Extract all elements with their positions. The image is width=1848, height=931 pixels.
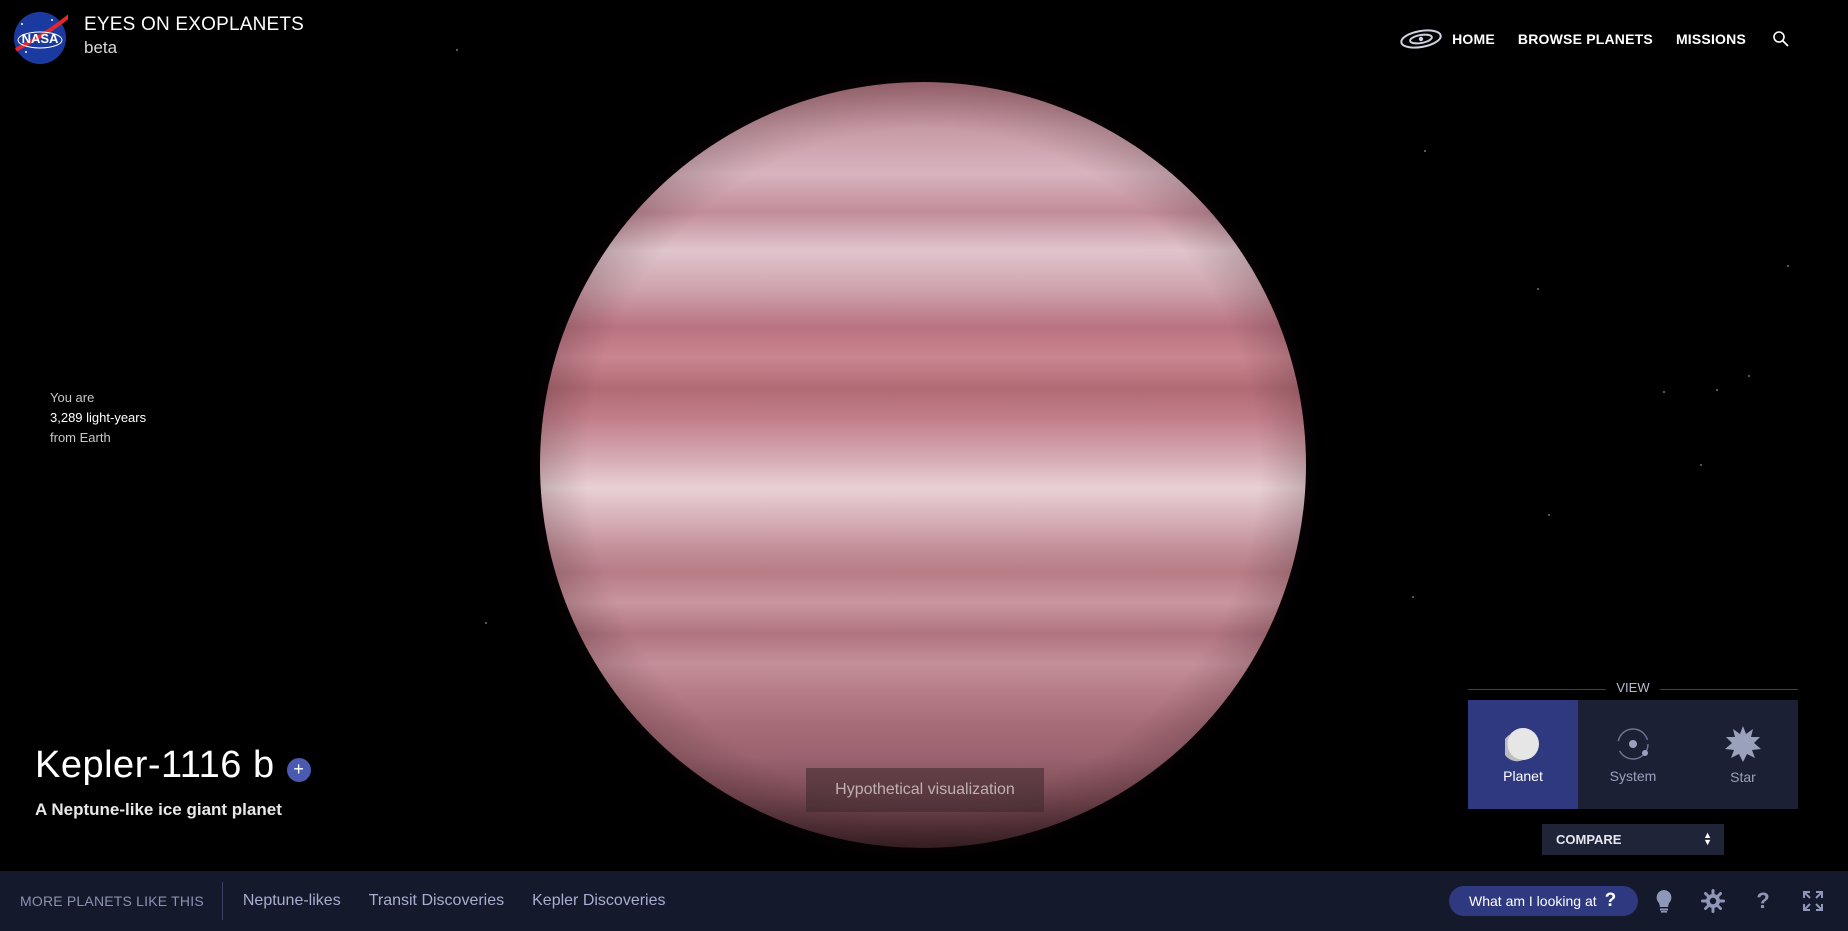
distance-prefix: You are (50, 390, 95, 405)
view-switcher: Planet System Star (1468, 700, 1798, 809)
view-star-button[interactable]: Star (1688, 700, 1798, 809)
planet-visualization[interactable] (540, 82, 1306, 848)
view-planet-label: Planet (1503, 767, 1543, 784)
star (1787, 265, 1789, 267)
nav-missions[interactable]: MISSIONS (1676, 31, 1746, 47)
search-icon[interactable] (1772, 30, 1790, 48)
star (1424, 150, 1426, 152)
link-kepler-discoveries[interactable]: Kepler Discoveries (532, 892, 665, 910)
star (1548, 514, 1550, 516)
system-icon (1617, 727, 1649, 760)
brand[interactable]: NASA EYES ON EXOPLANETS beta (12, 10, 304, 66)
view-planet-button[interactable]: Planet (1468, 700, 1578, 809)
star (1748, 375, 1750, 377)
add-button[interactable]: + (286, 757, 311, 782)
nav-home[interactable]: HOME (1452, 31, 1495, 47)
link-transit-discoveries[interactable]: Transit Discoveries (369, 892, 504, 910)
planet-icon (1505, 727, 1539, 761)
lightbulb-icon[interactable] (1651, 888, 1677, 914)
view-star-label: Star (1730, 768, 1756, 785)
fullscreen-icon[interactable] (1800, 888, 1826, 914)
view-header: VIEW (1468, 680, 1798, 696)
app-title: EYES ON EXOPLANETS (84, 14, 305, 35)
compare-label: COMPARE (1556, 832, 1622, 847)
visualization-caption: Hypothetical visualization (806, 768, 1044, 812)
view-system-button[interactable]: System (1578, 700, 1688, 809)
nav-browse-planets[interactable]: BROWSE PLANETS (1518, 31, 1653, 47)
question-icon: ? (1604, 890, 1617, 911)
app-subtitle: beta (84, 38, 118, 57)
star (1716, 389, 1718, 391)
planet-title-row: Kepler-1116 b + (35, 744, 311, 787)
star (485, 622, 487, 624)
star (1537, 288, 1539, 290)
planet-name: Kepler-1116 b (35, 744, 275, 786)
dropdown-arrows-icon: ▲ ▼ (1703, 830, 1712, 847)
help-button-label: What am I looking at (1469, 893, 1597, 909)
star (1700, 464, 1702, 466)
what-am-i-looking-at-button[interactable]: What am I looking at ? (1449, 886, 1638, 916)
distance-readout: You are 3,289 light-years from Earth (50, 388, 146, 448)
help-icon[interactable]: ? (1750, 888, 1776, 914)
link-neptune-likes[interactable]: Neptune-likes (243, 892, 341, 910)
star (1663, 391, 1665, 393)
top-nav: HOME BROWSE PLANETS MISSIONS (1399, 28, 1790, 50)
view-label: VIEW (1616, 680, 1650, 695)
gear-icon[interactable] (1700, 888, 1726, 914)
distance-value: 3,289 light-years (50, 410, 147, 425)
nasa-logo[interactable]: NASA (12, 10, 76, 66)
compare-dropdown[interactable]: COMPARE ▲ ▼ (1542, 824, 1724, 855)
bottom-bar: MORE PLANETS LIKE THIS Neptune-likes Tra… (0, 871, 1848, 931)
distance-suffix: from Earth (50, 430, 111, 445)
star-icon (1725, 725, 1761, 762)
svg-text:NASA: NASA (22, 31, 59, 46)
more-planets-label: MORE PLANETS LIKE THIS (20, 882, 223, 920)
star (456, 49, 458, 51)
star (1412, 596, 1414, 598)
galaxy-icon[interactable] (1399, 28, 1443, 50)
planet-description: A Neptune-like ice giant planet (35, 800, 282, 819)
view-system-label: System (1609, 767, 1657, 784)
